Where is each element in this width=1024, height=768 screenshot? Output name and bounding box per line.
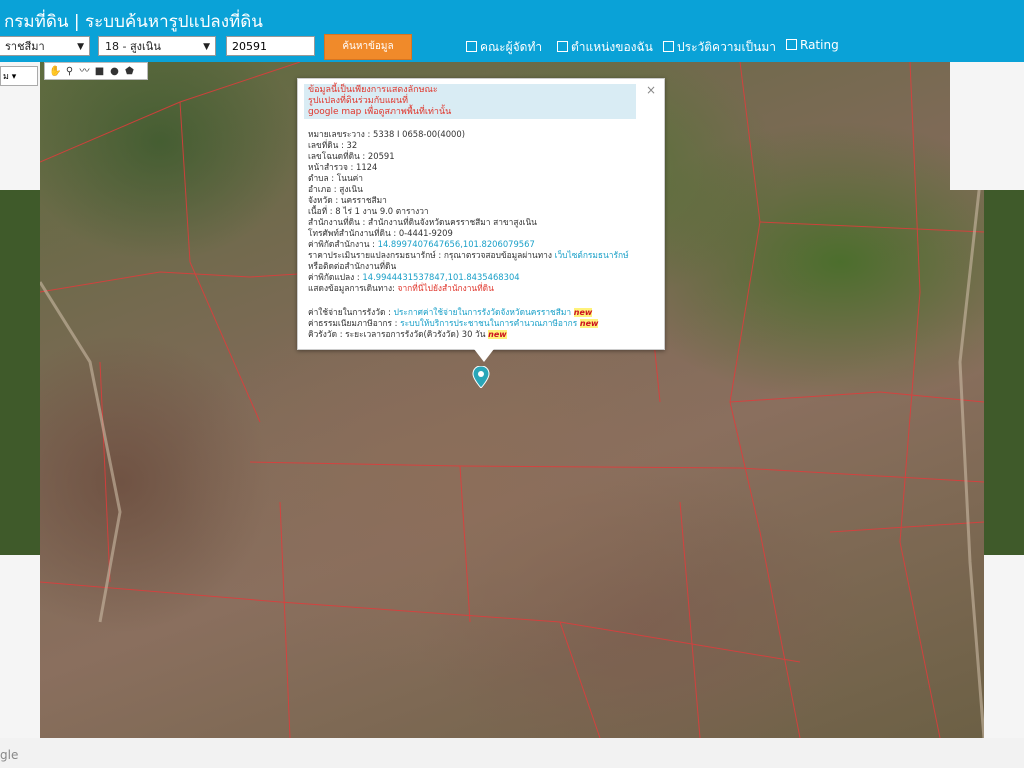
- my-location-checkbox[interactable]: ตำแหน่งของฉัน: [557, 38, 653, 57]
- close-icon[interactable]: ×: [646, 83, 656, 97]
- land-area: เนื้อที่ : 8 ไร่ 1 งาน 9.0 ตารางวา: [308, 206, 429, 216]
- route-row: แสดงข้อมูลการเดินทาง: จากที่นี่ไปยังสำนั…: [308, 283, 494, 294]
- subdistrict: ตำบล : โนนค่า: [308, 173, 363, 183]
- tax-fee-link[interactable]: ระบบให้บริการประชาชนในการคำนวณภาษีอากร: [400, 318, 577, 328]
- chevron-down-icon: ▼: [77, 42, 84, 52]
- appraisal-label: ราคาประเมินรายแปลงกรมธนารักษ์ : กรุณาตรว…: [308, 250, 555, 260]
- parcel-number-input[interactable]: [226, 36, 315, 56]
- deed-number: เลขโฉนดที่ดิน : 20591: [308, 151, 395, 161]
- checkbox-icon[interactable]: [786, 39, 797, 50]
- credits-label: คณะผู้จัดทำ: [480, 40, 543, 54]
- treasury-website-link[interactable]: เว็บไซต์กรมธนารักษ์: [555, 250, 629, 260]
- right-panel-lower: [984, 555, 1024, 738]
- drawing-toolbar: ✋ ⚲ 〰 ■ ● ⬟: [44, 62, 148, 80]
- history-label: ประวัติความเป็นมา: [677, 40, 777, 54]
- survey-queue-text: คิวรังวัด : ระยะเวลารอการรังวัด(คิวรังวั…: [308, 329, 486, 339]
- rectangle-icon[interactable]: ■: [94, 66, 105, 77]
- map-type-select-value: ม: [3, 72, 9, 82]
- survey-fee-row: ค่าใช้จ่ายในการรังวัด : ประกาศค่าใช้จ่าย…: [308, 307, 593, 318]
- tax-fee-label: ค่าธรรมเนียมภาษีอากร :: [308, 318, 401, 328]
- google-logo: gle: [0, 748, 19, 762]
- my-location-label: ตำแหน่งของฉัน: [571, 40, 653, 54]
- notice-line: google map เพื่อดูสภาพพื้นที่เท่านั้น: [308, 107, 452, 117]
- history-checkbox[interactable]: ประวัติความเป็นมา: [663, 38, 776, 57]
- chevron-down-icon: ▼: [203, 42, 210, 52]
- route-label: แสดงข้อมูลการเดินทาง:: [308, 283, 398, 293]
- polyline-icon[interactable]: 〰: [79, 66, 90, 77]
- survey-fee-label: ค่าใช้จ่ายในการรังวัด :: [308, 307, 394, 317]
- new-badge: new: [579, 319, 599, 328]
- new-badge: new: [488, 330, 507, 339]
- office-phone: โทรศัพท์สำนักงานที่ดิน : 0-4441-9209: [308, 228, 453, 238]
- right-panel: [950, 62, 1024, 190]
- polygon-icon[interactable]: ⬟: [124, 66, 135, 77]
- parcel-coordinate-row: ค่าพิกัดแปลง : 14.9944431537847,101.8435…: [308, 272, 520, 283]
- district-select[interactable]: 18 - สูงเนิน ▼: [98, 36, 216, 56]
- district-select-value: 18 - สูงเนิน: [105, 40, 161, 53]
- province: จังหวัด : นครราชสีมา: [308, 195, 387, 205]
- survey-fee-link[interactable]: ประกาศค่าใช้จ่ายในการรังวัดจังหวัดนครราช…: [394, 307, 572, 317]
- circle-icon[interactable]: ●: [109, 66, 120, 77]
- appraisal-contact: หรือติดต่อสำนักงานที่ดิน: [308, 261, 397, 271]
- parcel-coordinate-label: ค่าพิกัดแปลง :: [308, 272, 363, 282]
- office-coordinate-link[interactable]: 14.8997407647656,101.8206079567: [378, 239, 535, 249]
- province-select-value: ราชสีมา: [5, 40, 45, 53]
- notice-line: รูปแปลงที่ดินร่วมกับแผนที่: [308, 96, 409, 106]
- new-badge: new: [573, 308, 593, 317]
- tax-fee-row: ค่าธรรมเนียมภาษีอากร : ระบบให้บริการประช…: [308, 318, 599, 329]
- checkbox-icon[interactable]: [466, 41, 477, 52]
- rating-label: Rating: [800, 38, 839, 52]
- location-pin-icon[interactable]: [472, 366, 490, 388]
- disclaimer-notice: ข้อมูลนี้เป็นเพียงการแสดงลักษณะ รูปแปลงท…: [304, 84, 636, 119]
- marker-icon[interactable]: ⚲: [64, 66, 75, 77]
- rating-checkbox[interactable]: Rating: [786, 38, 839, 52]
- survey-page: หน้าสำรวจ : 1124: [308, 162, 378, 172]
- land-office: สำนักงานที่ดิน : สำนักงานที่ดินจังหวัดนค…: [308, 217, 537, 227]
- parcel-info-popup: × ข้อมูลนี้เป็นเพียงการแสดงลักษณะ รูปแปล…: [297, 78, 665, 362]
- checkbox-icon[interactable]: [557, 41, 568, 52]
- land-number: เลขที่ดิน : 32: [308, 140, 358, 150]
- parcel-coordinate-link[interactable]: 14.9944431537847,101.8435468304: [362, 272, 519, 282]
- pan-hand-icon[interactable]: ✋: [49, 66, 61, 77]
- map-type-select[interactable]: ม ▾: [0, 66, 38, 86]
- district: อำเภอ : สูงเนิน: [308, 184, 363, 194]
- page-title: กรมที่ดิน | ระบบค้นหารูปแปลงที่ดิน: [4, 12, 263, 32]
- header-bar: กรมที่ดิน | ระบบค้นหารูปแปลงที่ดิน ราชสี…: [0, 0, 1024, 62]
- map-sheet-number: หมายเลขระวาง : 5338 I 0658-00(4000): [308, 129, 465, 139]
- bottom-bar: [0, 738, 1024, 768]
- office-coordinate-row: ค่าพิกัดสำนักงาน : 14.8997407647656,101.…: [308, 239, 535, 250]
- credits-checkbox[interactable]: คณะผู้จัดทำ: [466, 38, 542, 57]
- checkbox-icon[interactable]: [663, 41, 674, 52]
- route-link[interactable]: จากที่นี่ไปยังสำนักงานที่ดิน: [398, 283, 494, 293]
- notice-line: ข้อมูลนี้เป็นเพียงการแสดงลักษณะ: [308, 85, 438, 95]
- survey-queue-row: คิวรังวัด : ระยะเวลารอการรังวัด(คิวรังวั…: [308, 329, 507, 340]
- search-button[interactable]: ค้นหาข้อมูล: [324, 34, 412, 60]
- appraisal-row: ราคาประเมินรายแปลงกรมธนารักษ์ : กรุณาตรว…: [308, 250, 629, 261]
- province-select[interactable]: ราชสีมา ▼: [0, 36, 90, 56]
- left-panel-lower: [0, 555, 40, 738]
- office-coordinate-label: ค่าพิกัดสำนักงาน :: [308, 239, 378, 249]
